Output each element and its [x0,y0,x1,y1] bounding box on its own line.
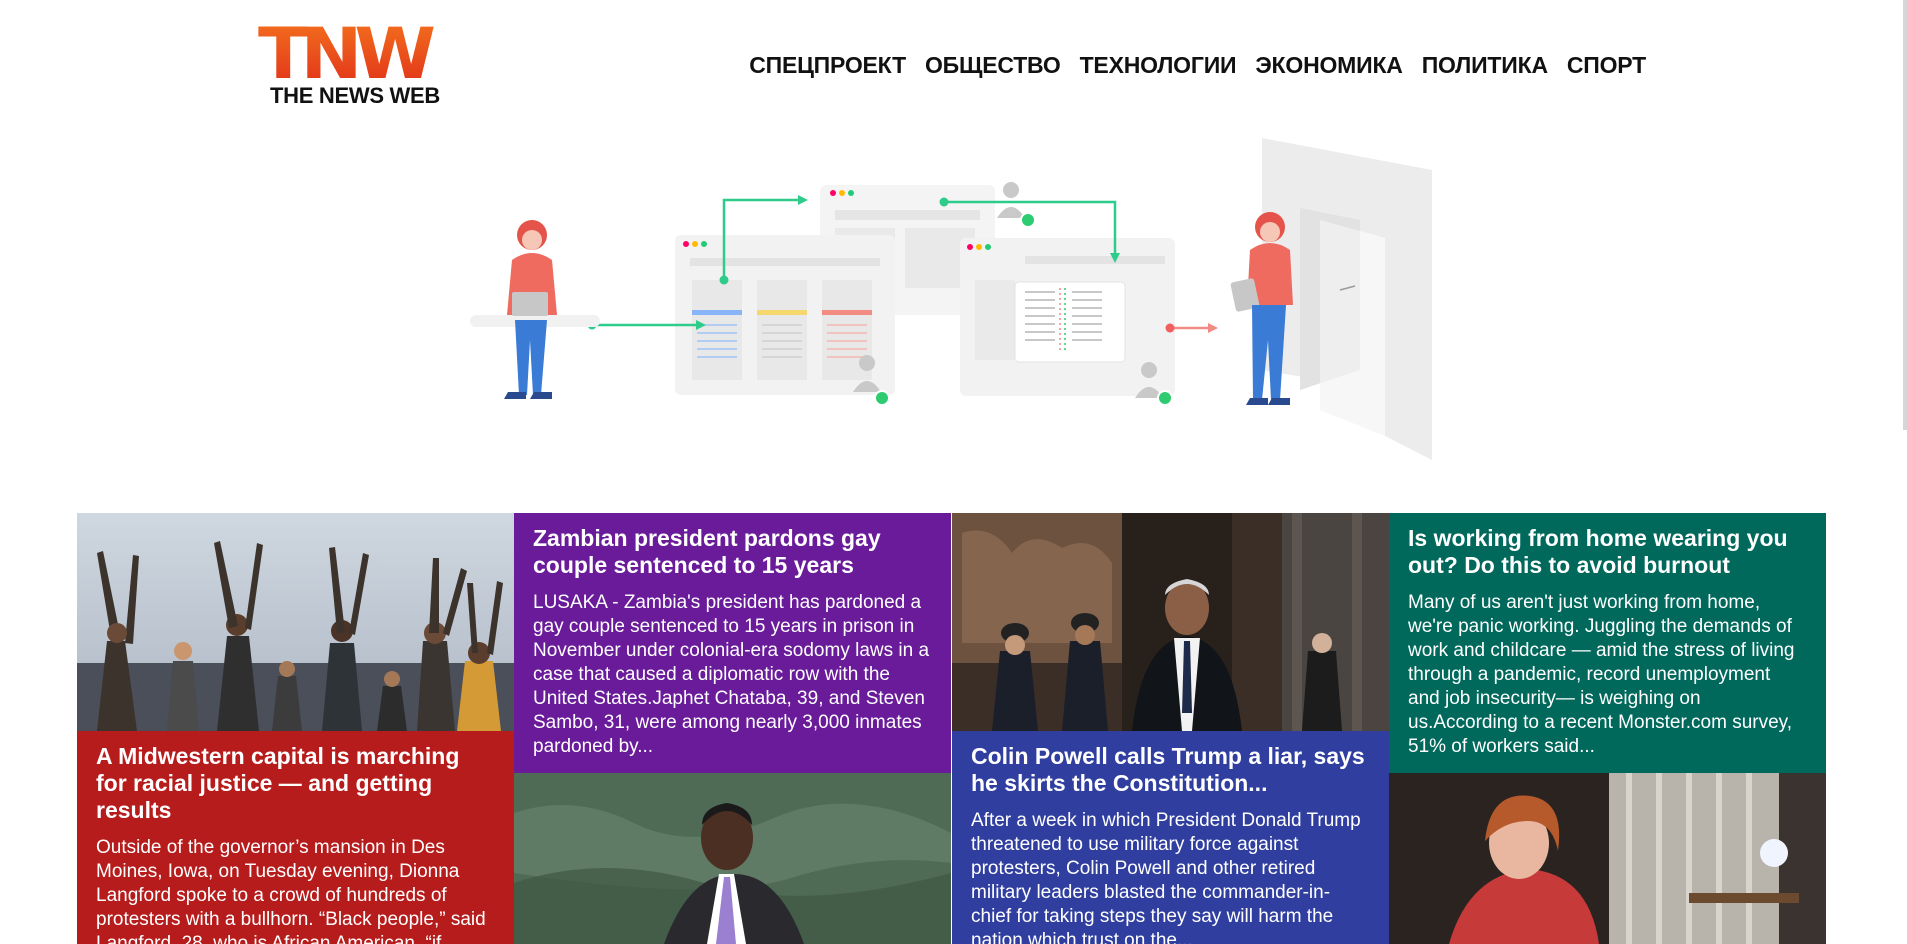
article-card-working-from-home[interactable]: Is working from home wearing you out? Do… [1389,513,1826,773]
logo-tagline: THE NEWS WEB [270,83,440,108]
main-nav: СПЕЦПРОЕКТ ОБЩЕСТВО ТЕХНОЛОГИИ ЭКОНОМИКА… [749,52,1646,79]
nav-item-politics[interactable]: ПОЛИТИКА [1422,52,1548,79]
home-worker-photo [1389,773,1826,944]
nav-item-specproject[interactable]: СПЕЦПРОЕКТ [749,52,906,79]
article-excerpt: Many of us aren't just working from home… [1408,592,1795,757]
logo-mark: TNW [258,19,448,89]
article-excerpt: After a week in which President Donald T… [971,810,1361,944]
hero-illustration [470,138,1432,460]
article-title[interactable]: Zambian president pardons gay couple sen… [533,525,932,579]
protesters-photo [77,513,514,731]
nav-item-society[interactable]: ОБЩЕСТВО [925,52,1061,79]
nav-item-sport[interactable]: СПОРТ [1567,52,1646,79]
article-excerpt: Outside of the governor’s mansion in Des… [96,837,486,944]
nav-item-technology[interactable]: ТЕХНОЛОГИИ [1080,52,1237,79]
article-card-racial-justice[interactable]: A Midwestern capital is marching for rac… [77,731,514,944]
article-image[interactable] [514,773,951,944]
article-card-colin-powell[interactable]: Colin Powell calls Trump a liar, says he… [952,731,1389,944]
article-title[interactable]: Is working from home wearing you out? Do… [1408,525,1807,579]
article-image[interactable] [1389,773,1826,944]
page-scrollbar[interactable] [1903,0,1907,430]
article-title[interactable]: A Midwestern capital is marching for rac… [96,743,495,824]
article-excerpt: LUSAKA - Zambia's president has pardoned… [533,592,930,757]
nav-item-economy[interactable]: ЭКОНОМИКА [1255,52,1403,79]
site-logo[interactable]: TNW THE NEWS WEB [258,19,448,110]
powell-photo [952,513,1389,731]
article-image[interactable] [77,513,514,731]
article-title[interactable]: Colin Powell calls Trump a liar, says he… [971,743,1370,797]
article-image[interactable] [952,513,1389,731]
article-grid: A Midwestern capital is marching for rac… [77,513,1827,944]
president-photo [514,773,951,944]
article-card-zambian-pardon[interactable]: Zambian president pardons gay couple sen… [514,513,951,773]
